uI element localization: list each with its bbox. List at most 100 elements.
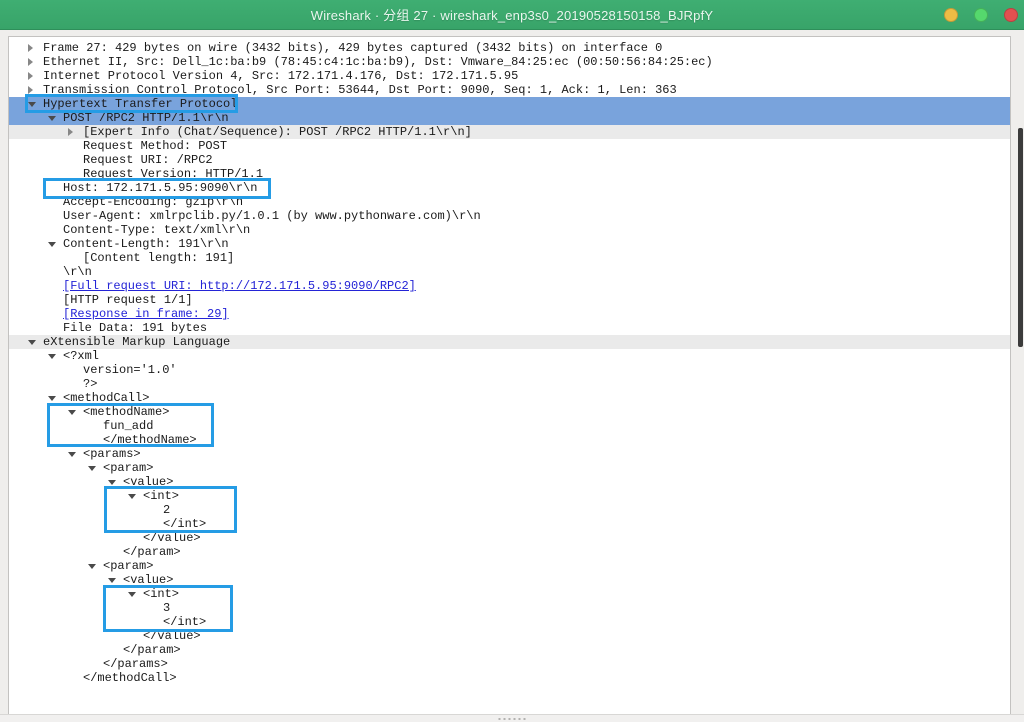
collapse-arrow-icon[interactable] [48,354,56,359]
tree-row[interactable]: version='1.0' [9,363,1010,377]
tree-row-label: Internet Protocol Version 4, Src: 172.17… [43,69,518,83]
collapse-arrow-icon[interactable] [108,578,116,583]
tree-row[interactable]: </param> [9,643,1010,657]
tree-row-label: </int> [163,615,206,629]
tree-row[interactable]: <?xml [9,349,1010,363]
tree-row-label: Transmission Control Protocol, Src Port:… [43,83,677,97]
tree-row-label: eXtensible Markup Language [43,335,230,349]
collapse-arrow-icon[interactable] [88,466,96,471]
collapse-arrow-icon[interactable] [28,102,36,107]
tree-row[interactable]: <int> [9,489,1010,503]
tree-row[interactable]: <params> [9,447,1010,461]
collapse-arrow-icon[interactable] [48,396,56,401]
tree-row[interactable]: Request Version: HTTP/1.1 [9,167,1010,181]
tree-row[interactable]: Frame 27: 429 bytes on wire (3432 bits),… [9,41,1010,55]
tree-row[interactable]: Accept-Encoding: gzip\r\n [9,195,1010,209]
collapse-arrow-icon[interactable] [128,494,136,499]
tree-row[interactable]: eXtensible Markup Language [9,335,1010,349]
tree-row[interactable]: Internet Protocol Version 4, Src: 172.17… [9,69,1010,83]
tree-row[interactable]: </params> [9,657,1010,671]
expand-arrow-icon[interactable] [28,58,33,66]
tree-row[interactable]: File Data: 191 bytes [9,321,1010,335]
horizontal-scrollbar[interactable] [0,714,1024,722]
tree-row-label: <int> [143,489,179,503]
tree-row-label: <param> [103,461,153,475]
tree-row-label: [Response in frame: 29] [63,307,229,321]
tree-row[interactable]: </value> [9,629,1010,643]
tree-row[interactable]: Content-Type: text/xml\r\n [9,223,1010,237]
tree-row[interactable]: Request URI: /RPC2 [9,153,1010,167]
tree-row-label: <param> [103,559,153,573]
tree-row[interactable]: <int> [9,587,1010,601]
tree-row[interactable]: Ethernet II, Src: Dell_1c:ba:b9 (78:45:c… [9,55,1010,69]
tree-row-label: </value> [143,629,201,643]
tree-row[interactable]: [HTTP request 1/1] [9,293,1010,307]
tree-row[interactable]: Hypertext Transfer Protocol [9,97,1010,111]
tree-row-label: </param> [123,545,181,559]
collapse-arrow-icon[interactable] [28,340,36,345]
scrollbar-grip-icon [499,718,526,720]
tree-row-label: <params> [83,447,141,461]
tree-row[interactable]: </param> [9,545,1010,559]
tree-row[interactable]: [Full request URI: http://172.171.5.95:9… [9,279,1010,293]
tree-row[interactable]: fun_add [9,419,1010,433]
tree-row[interactable]: Host: 172.171.5.95:9090\r\n [9,181,1010,195]
tree-row[interactable]: </methodName> [9,433,1010,447]
minimize-button[interactable] [944,8,958,22]
tree-row-label: [Expert Info (Chat/Sequence): POST /RPC2… [83,125,472,139]
tree-row[interactable]: \r\n [9,265,1010,279]
tree-row[interactable]: </int> [9,517,1010,531]
tree-row[interactable]: 3 [9,601,1010,615]
tree-row[interactable]: </int> [9,615,1010,629]
tree-row-label: Frame 27: 429 bytes on wire (3432 bits),… [43,41,662,55]
titlebar: Wireshark · 分组 27 · wireshark_enp3s0_201… [0,0,1024,30]
tree-row-label: <value> [123,475,173,489]
close-button[interactable] [1004,8,1018,22]
tree-row-label: </param> [123,643,181,657]
collapse-arrow-icon[interactable] [128,592,136,597]
tree-row[interactable]: </value> [9,531,1010,545]
tree-row[interactable]: Content-Length: 191\r\n [9,237,1010,251]
tree-row[interactable]: <methodCall> [9,391,1010,405]
tree-row-label: Request Version: HTTP/1.1 [83,167,263,181]
tree-row-label: Request Method: POST [83,139,227,153]
expand-arrow-icon[interactable] [28,86,33,94]
tree-row-label: Ethernet II, Src: Dell_1c:ba:b9 (78:45:c… [43,55,713,69]
vertical-scrollbar[interactable] [1011,31,1024,715]
collapse-arrow-icon[interactable] [68,452,76,457]
collapse-arrow-icon[interactable] [108,480,116,485]
tree-row-label: </methodName> [103,433,197,447]
vertical-scrollbar-thumb[interactable] [1018,128,1023,347]
collapse-arrow-icon[interactable] [48,242,56,247]
collapse-arrow-icon[interactable] [88,564,96,569]
expand-arrow-icon[interactable] [28,72,33,80]
tree-row-label: fun_add [103,419,153,433]
tree-row[interactable]: Request Method: POST [9,139,1010,153]
packet-detail-tree[interactable]: Frame 27: 429 bytes on wire (3432 bits),… [8,36,1011,715]
tree-row[interactable]: [Content length: 191] [9,251,1010,265]
tree-row-label: Accept-Encoding: gzip\r\n [63,195,243,209]
tree-row-label: <?xml [63,349,99,363]
tree-row[interactable]: </methodCall> [9,671,1010,685]
tree-row[interactable]: 2 [9,503,1010,517]
tree-row[interactable]: [Response in frame: 29] [9,307,1010,321]
maximize-button[interactable] [974,8,988,22]
tree-row[interactable]: <param> [9,559,1010,573]
tree-row[interactable]: Transmission Control Protocol, Src Port:… [9,83,1010,97]
tree-row[interactable]: [Expert Info (Chat/Sequence): POST /RPC2… [9,125,1010,139]
tree-row[interactable]: User-Agent: xmlrpclib.py/1.0.1 (by www.p… [9,209,1010,223]
tree-row[interactable]: <value> [9,475,1010,489]
tree-row[interactable]: ?> [9,377,1010,391]
tree-row-label: Content-Type: text/xml\r\n [63,223,250,237]
collapse-arrow-icon[interactable] [48,116,56,121]
tree-row-label: Host: 172.171.5.95:9090\r\n [63,181,257,195]
tree-row[interactable]: <value> [9,573,1010,587]
tree-row[interactable]: POST /RPC2 HTTP/1.1\r\n [9,111,1010,125]
expand-arrow-icon[interactable] [68,128,73,136]
tree-row-label: [HTTP request 1/1] [63,293,193,307]
tree-row[interactable]: <methodName> [9,405,1010,419]
tree-row[interactable]: <param> [9,461,1010,475]
tree-row-label: </params> [103,657,168,671]
collapse-arrow-icon[interactable] [68,410,76,415]
expand-arrow-icon[interactable] [28,44,33,52]
